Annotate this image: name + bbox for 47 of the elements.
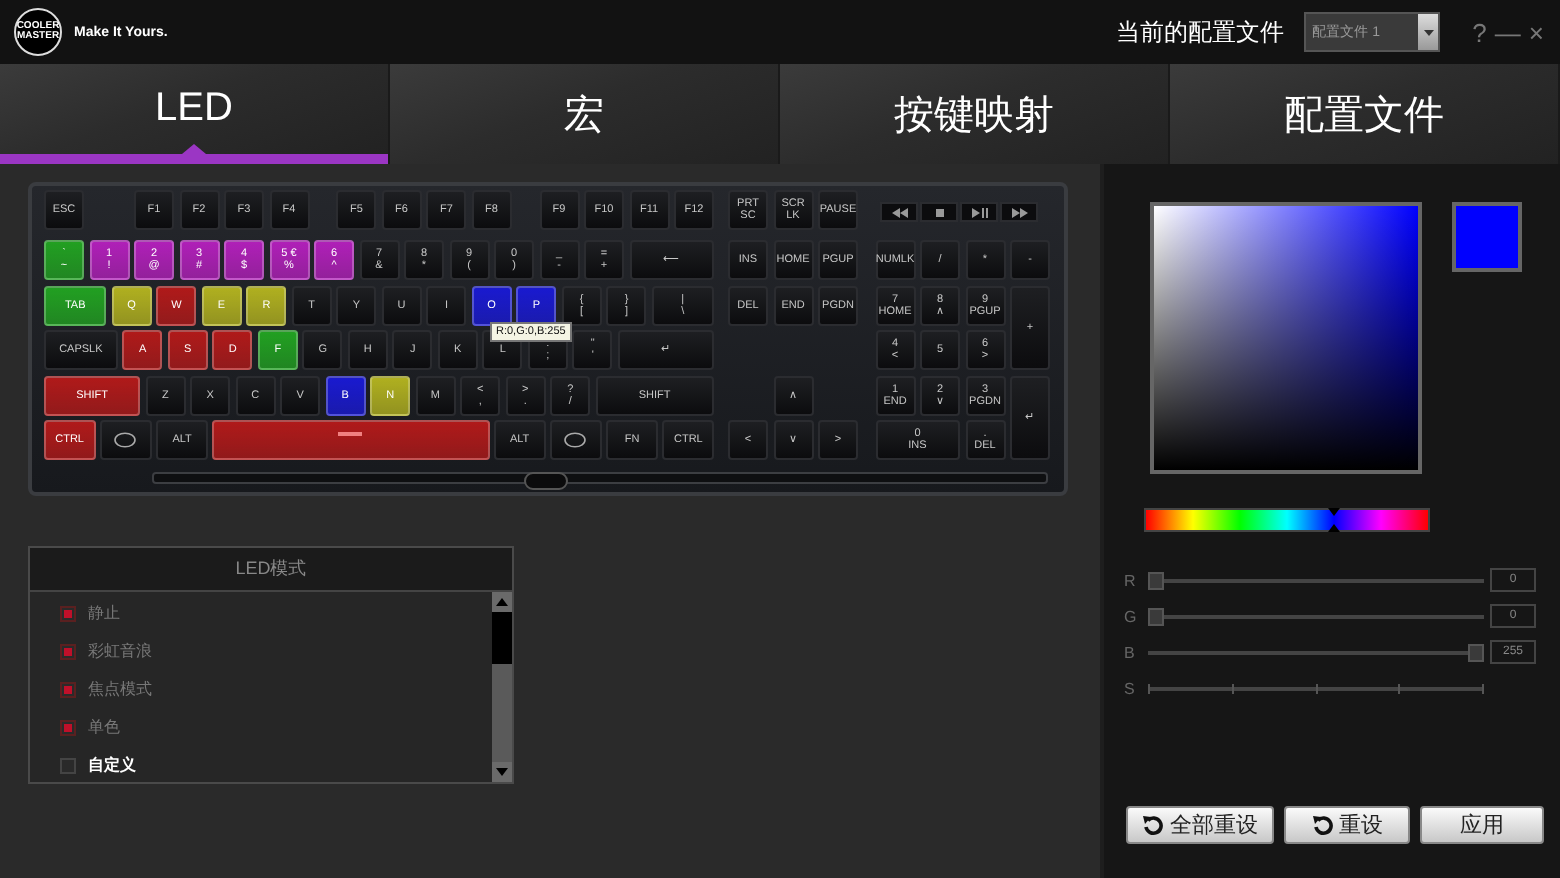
slider-label: G bbox=[1124, 607, 1139, 625]
keyboard-key[interactable] bbox=[550, 420, 602, 460]
circle-icon bbox=[114, 432, 137, 448]
checkbox[interactable] bbox=[60, 719, 76, 735]
action-button[interactable]: 重设 bbox=[1284, 806, 1410, 844]
tab[interactable]: 配置文件 bbox=[1170, 64, 1558, 164]
media-key[interactable] bbox=[960, 202, 998, 222]
close-button[interactable]: × bbox=[1528, 17, 1544, 47]
minimize-button[interactable]: — bbox=[1494, 17, 1521, 47]
slider-track[interactable] bbox=[1148, 679, 1484, 697]
slider-track[interactable] bbox=[1148, 607, 1484, 625]
slider-thumb[interactable] bbox=[1148, 571, 1164, 589]
checkbox[interactable] bbox=[60, 605, 76, 621]
slider-thumb[interactable] bbox=[1468, 643, 1484, 661]
reset-icon bbox=[1311, 814, 1333, 836]
keyboard-key[interactable] bbox=[100, 420, 152, 460]
media-key[interactable] bbox=[880, 202, 918, 222]
circle-icon bbox=[564, 432, 587, 448]
slider-track[interactable] bbox=[1148, 571, 1484, 589]
reset-icon bbox=[1142, 814, 1164, 836]
slider-label: B bbox=[1124, 643, 1137, 661]
checkbox[interactable] bbox=[60, 681, 76, 697]
checkbox[interactable] bbox=[60, 643, 76, 659]
media-key[interactable] bbox=[920, 202, 958, 222]
tab[interactable]: LED bbox=[0, 64, 388, 164]
slider-label: S bbox=[1124, 679, 1137, 697]
tab[interactable]: 按键映射 bbox=[780, 64, 1168, 164]
hue-marker[interactable] bbox=[1328, 508, 1341, 532]
knob bbox=[524, 472, 568, 490]
tab[interactable]: 宏 bbox=[390, 64, 778, 164]
led-mode-option[interactable]: 自定义 bbox=[60, 746, 492, 784]
action-button[interactable]: 全部重设 bbox=[1126, 806, 1274, 844]
slider-thumb[interactable] bbox=[1148, 607, 1164, 625]
action-button[interactable]: 应用 bbox=[1420, 806, 1544, 844]
profile-label: 当前的配置文件 bbox=[1116, 15, 1285, 49]
slider-label: R bbox=[1124, 571, 1138, 589]
up-arrow-icon bbox=[496, 598, 508, 606]
scrollbar[interactable] bbox=[492, 592, 512, 782]
caret-icon bbox=[1423, 29, 1434, 35]
media-key[interactable] bbox=[1000, 202, 1038, 222]
play-pause-icon bbox=[969, 205, 989, 219]
color-field[interactable] bbox=[1150, 202, 1422, 474]
hue-slider[interactable] bbox=[1144, 508, 1430, 532]
checkbox[interactable] bbox=[60, 757, 76, 773]
help-button[interactable]: ? bbox=[1472, 17, 1487, 47]
panel-title: LED模式 bbox=[30, 548, 512, 592]
down-arrow-icon bbox=[496, 768, 508, 776]
